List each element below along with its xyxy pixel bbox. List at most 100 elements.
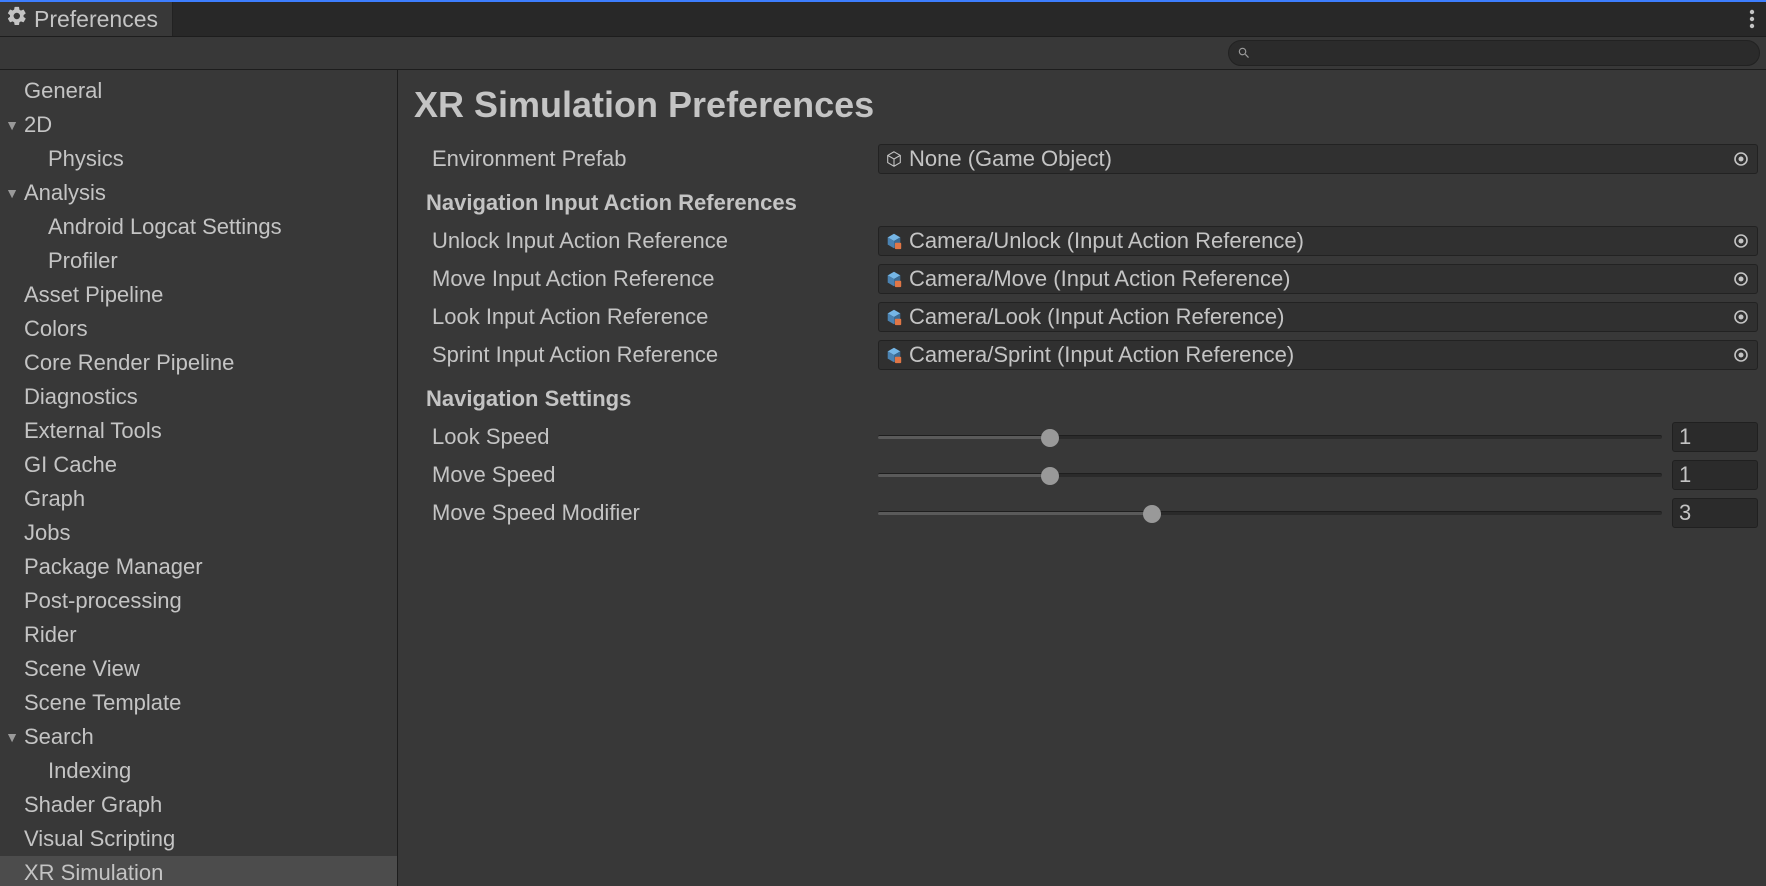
sidebar-item-label: Search [24,724,94,750]
sidebar-item[interactable]: Post-processing [0,584,397,618]
toolbar [0,36,1766,70]
search-box[interactable] [1228,40,1760,66]
object-picker-button[interactable] [1729,229,1753,253]
object-picker-button[interactable] [1729,267,1753,291]
sidebar-item[interactable]: Profiler [0,244,397,278]
sidebar-item[interactable]: General [0,74,397,108]
slider-value-field[interactable]: 1 [1672,460,1758,490]
sidebar-item-label: Android Logcat Settings [48,214,282,240]
asset-icon [885,232,903,250]
sidebar-item[interactable]: Jobs [0,516,397,550]
property-slider: Move Speed 1 [414,456,1766,494]
sidebar-item-label: Graph [24,486,85,512]
property-label: Move Speed [414,462,870,488]
slider-thumb[interactable] [1143,505,1161,523]
property-label: Move Speed Modifier [414,500,870,526]
property-label: Look Speed [414,424,870,450]
object-picker-button[interactable] [1729,147,1753,171]
sidebar-item-label: GI Cache [24,452,117,478]
object-field-input-action-reference[interactable]: Camera/Look (Input Action Reference) [878,302,1758,332]
sidebar-item[interactable]: ▼Search [0,720,397,754]
sidebar-item[interactable]: Visual Scripting [0,822,397,856]
sidebar-item-label: Analysis [24,180,106,206]
sidebar-item-label: Core Render Pipeline [24,350,234,376]
object-field-environment-prefab[interactable]: None (Game Object) [878,144,1758,174]
sidebar-item[interactable]: Package Manager [0,550,397,584]
property-slider: Look Speed 1 [414,418,1766,456]
sidebar-item-label: Indexing [48,758,131,784]
sidebar-item-label: XR Simulation [24,860,163,886]
page-title: XR Simulation Preferences [414,78,1766,140]
sidebar-item[interactable]: Diagnostics [0,380,397,414]
sidebar-item[interactable]: Physics [0,142,397,176]
slider-thumb[interactable] [1041,467,1059,485]
slider-thumb[interactable] [1041,429,1059,447]
sidebar-item[interactable]: Indexing [0,754,397,788]
sidebar-item[interactable]: XR Simulation [0,856,397,886]
property-input-action-reference: Sprint Input Action Reference Camera/Spri… [414,336,1766,374]
object-field-input-action-reference[interactable]: Camera/Sprint (Input Action Reference) [878,340,1758,370]
sidebar-item[interactable]: Shader Graph [0,788,397,822]
sidebar-item[interactable]: GI Cache [0,448,397,482]
section-navigation-input-actions: Navigation Input Action References [414,184,1766,222]
foldout-arrow-icon[interactable]: ▼ [0,729,24,745]
slider-track[interactable] [878,473,1662,477]
sidebar-item[interactable]: Scene Template [0,686,397,720]
sidebar-item[interactable]: Asset Pipeline [0,278,397,312]
window-menu-button[interactable] [1738,2,1766,36]
property-label: Look Input Action Reference [414,304,870,330]
asset-icon [885,270,903,288]
search-input[interactable] [1257,45,1751,61]
sidebar-item[interactable]: Graph [0,482,397,516]
property-input-action-reference: Unlock Input Action ReferenceCamera/Unlo… [414,222,1766,260]
property-input-action-reference: Look Input Action Reference Camera/Look (… [414,298,1766,336]
foldout-arrow-icon[interactable]: ▼ [0,117,24,133]
sidebar-item-label: Diagnostics [24,384,138,410]
tab-bar: Preferences [0,0,1766,36]
preferences-panel: XR Simulation Preferences Environment Pr… [398,70,1766,886]
object-field-value: Camera/Look (Input Action Reference) [909,304,1723,330]
property-slider: Move Speed Modifier 3 [414,494,1766,532]
sidebar-item-label: General [24,78,102,104]
sidebar-item[interactable]: ▼Analysis [0,176,397,210]
sidebar-item[interactable]: Scene View [0,652,397,686]
section-navigation-settings: Navigation Settings [414,380,1766,418]
sidebar-item-label: Physics [48,146,124,172]
object-field-value: Camera/Sprint (Input Action Reference) [909,342,1723,368]
object-picker-button[interactable] [1729,305,1753,329]
property-environment-prefab: Environment Prefab None (Game Object) [414,140,1766,178]
preferences-sidebar: General▼2DPhysics▼AnalysisAndroid Logcat… [0,70,398,886]
property-label: Move Input Action Reference [414,266,870,292]
sidebar-item[interactable]: Core Render Pipeline [0,346,397,380]
tab-preferences[interactable]: Preferences [0,2,173,36]
sidebar-item[interactable]: ▼2D [0,108,397,142]
asset-icon [885,308,903,326]
sidebar-item[interactable]: External Tools [0,414,397,448]
slider-track[interactable] [878,435,1662,439]
slider-track[interactable] [878,511,1662,515]
foldout-arrow-icon[interactable]: ▼ [0,185,24,201]
slider-value-field[interactable]: 3 [1672,498,1758,528]
property-label: Environment Prefab [414,146,870,172]
sidebar-item[interactable]: Rider [0,618,397,652]
asset-icon [885,346,903,364]
sidebar-item-label: Profiler [48,248,118,274]
property-label: Sprint Input Action Reference [414,342,870,368]
object-field-value: None (Game Object) [909,146,1723,172]
sidebar-item-label: Shader Graph [24,792,162,818]
sidebar-item-label: Rider [24,622,77,648]
sidebar-item[interactable]: Android Logcat Settings [0,210,397,244]
sidebar-item-label: Post-processing [24,588,182,614]
object-field-value: Camera/Unlock (Input Action Reference) [909,228,1723,254]
sidebar-item-label: Jobs [24,520,70,546]
sidebar-item-label: Scene View [24,656,140,682]
sidebar-item-label: 2D [24,112,52,138]
sidebar-item[interactable]: Colors [0,312,397,346]
sidebar-item-label: Colors [24,316,88,342]
slider-value-field[interactable]: 1 [1672,422,1758,452]
property-input-action-reference: Move Input Action Reference Camera/Move (… [414,260,1766,298]
object-field-input-action-reference[interactable]: Camera/Unlock (Input Action Reference) [878,226,1758,256]
object-field-input-action-reference[interactable]: Camera/Move (Input Action Reference) [878,264,1758,294]
object-picker-button[interactable] [1729,343,1753,367]
sidebar-item-label: Scene Template [24,690,181,716]
